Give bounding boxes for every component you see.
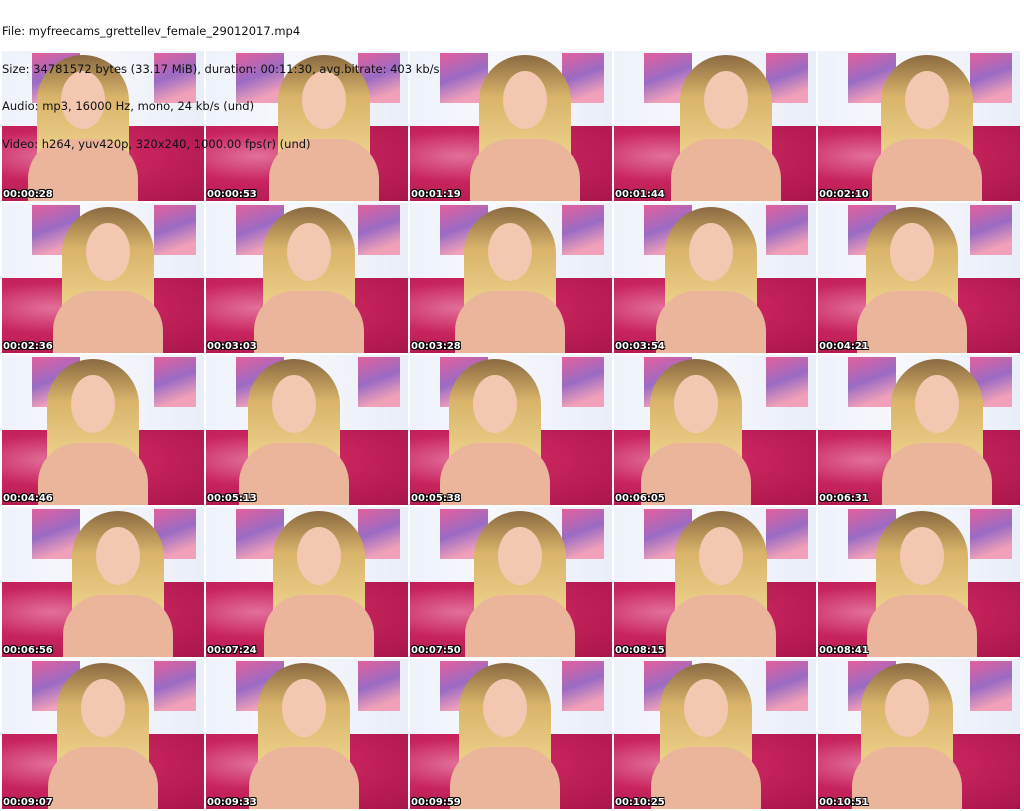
timestamp-label: 00:09:07 [3, 797, 53, 808]
video-thumbnail: 00:09:07 [2, 659, 204, 809]
video-thumbnail: 00:08:41 [818, 507, 1020, 657]
timestamp-label: 00:10:51 [819, 797, 869, 808]
timestamp-label: 00:06:05 [615, 493, 665, 504]
video-thumbnail: 00:06:56 [2, 507, 204, 657]
audio-info: Audio: mp3, 16000 Hz, mono, 24 kb/s (und… [2, 99, 255, 113]
video-thumbnail: 00:06:31 [818, 355, 1020, 505]
timestamp-label: 00:07:24 [207, 645, 257, 656]
timestamp-label: 00:05:38 [411, 493, 461, 504]
video-thumbnail: 00:03:28 [410, 203, 612, 353]
timestamp-label: 00:00:53 [207, 189, 257, 200]
timestamp-label: 00:04:21 [819, 341, 869, 352]
video-info: Video: h264, yuv420p, 320x240, 1000.00 f… [2, 136, 311, 151]
timestamp-label: 00:04:46 [3, 493, 53, 504]
timestamp-label: 00:00:28 [3, 189, 53, 200]
video-thumbnail: 00:10:51 [818, 659, 1020, 809]
timestamp-label: 00:06:56 [3, 645, 53, 656]
timestamp-label: 00:08:41 [819, 645, 869, 656]
video-thumbnail: 00:05:38 [410, 355, 612, 505]
timestamp-label: 00:03:03 [207, 341, 257, 352]
video-thumbnail: 00:10:25 [614, 659, 816, 809]
timestamp-label: 00:01:44 [615, 189, 665, 200]
video-thumbnail: 00:09:33 [206, 659, 408, 809]
video-thumbnail: 00:04:46 [2, 355, 204, 505]
timestamp-label: 00:03:54 [615, 341, 665, 352]
timestamp-label: 00:05:13 [207, 493, 257, 504]
file-info-header: File: myfreecams_grettellev_female_29012… [2, 0, 1002, 150]
timestamp-label: 00:10:25 [615, 797, 665, 808]
timestamp-label: 00:09:59 [411, 797, 461, 808]
video-thumbnail: 00:09:59 [410, 659, 612, 809]
timestamp-label: 00:06:31 [819, 493, 869, 504]
thumbnail-grid: 00:00:28 00:00:53 00:01:19 00:01:44 00:02:10… [2, 51, 1020, 809]
video-thumbnail: 00:04:21 [818, 203, 1020, 353]
timestamp-label: 00:09:33 [207, 797, 257, 808]
video-thumbnail: 00:02:36 [2, 203, 204, 353]
timestamp-label: 00:08:15 [615, 645, 665, 656]
video-thumbnail: 00:03:54 [614, 203, 816, 353]
video-thumbnail: 00:06:05 [614, 355, 816, 505]
timestamp-label: 00:07:50 [411, 645, 461, 656]
video-thumbnail: 00:07:50 [410, 507, 612, 657]
timestamp-label: 00:01:19 [411, 189, 461, 200]
timestamp-label: 00:03:28 [411, 341, 461, 352]
timestamp-label: 00:02:36 [3, 341, 53, 352]
video-thumbnail: 00:08:15 [614, 507, 816, 657]
timestamp-label: 00:02:10 [819, 189, 869, 200]
video-thumbnail: 00:05:13 [206, 355, 408, 505]
file-name: File: myfreecams_grettellev_female_29012… [2, 24, 301, 38]
video-thumbnail: 00:07:24 [206, 507, 408, 657]
file-size-duration: Size: 34781572 bytes (33.17 MiB), durati… [2, 61, 440, 76]
video-thumbnail: 00:03:03 [206, 203, 408, 353]
